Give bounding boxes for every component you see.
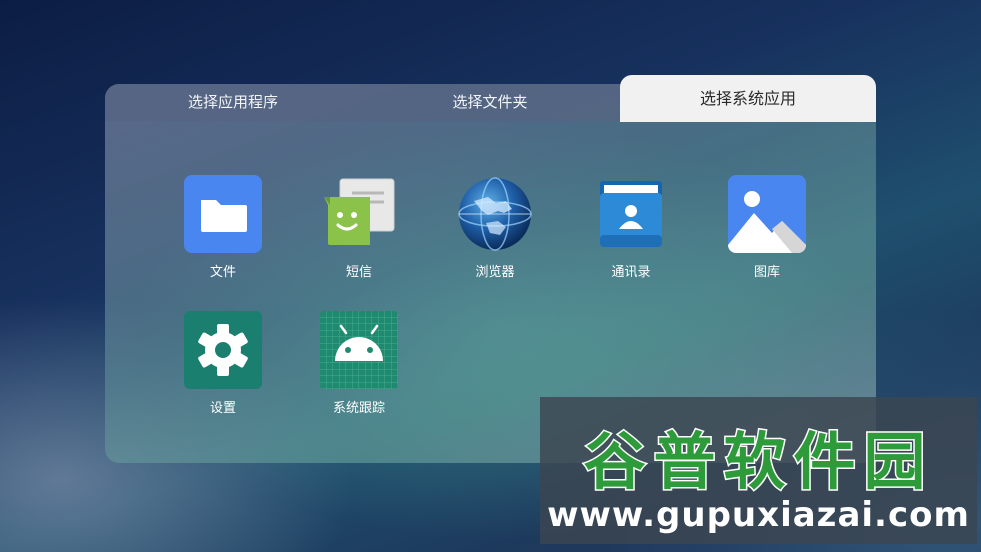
app-label: 浏览器	[475, 265, 515, 280]
watermark-url: www.gupuxiazai.com	[547, 495, 970, 535]
app-settings[interactable]: 设置	[168, 311, 278, 431]
app-label: 通讯录	[611, 265, 651, 280]
messaging-icon	[324, 178, 395, 245]
gear-icon	[184, 311, 262, 389]
app-browser[interactable]: 浏览器	[440, 175, 550, 295]
app-label: 系统跟踪	[332, 401, 385, 416]
folder-icon	[184, 175, 262, 253]
gallery-icon	[728, 175, 806, 253]
app-label: 设置	[209, 401, 236, 416]
contacts-icon	[600, 181, 662, 247]
app-files[interactable]: 文件	[168, 175, 278, 295]
watermark-title: 谷普软件园	[582, 424, 934, 500]
app-label: 短信	[345, 265, 372, 280]
tab-select-system-app[interactable]: 选择系统应用	[620, 75, 876, 122]
app-contacts[interactable]: 通讯录	[576, 175, 686, 295]
app-gallery[interactable]: 图库	[712, 175, 822, 295]
tab-select-folder[interactable]: 选择文件夹	[361, 84, 619, 121]
app-label: 图库	[753, 265, 780, 280]
app-messaging[interactable]: 短信	[304, 175, 414, 295]
app-system-trace[interactable]: 系统跟踪	[304, 311, 414, 431]
android-icon	[320, 311, 398, 389]
watermark-overlay: 谷普软件园 www.gupuxiazai.com	[540, 397, 977, 544]
tab-select-app[interactable]: 选择应用程序	[105, 84, 361, 121]
browser-globe-icon	[458, 177, 532, 251]
app-label: 文件	[209, 265, 236, 280]
